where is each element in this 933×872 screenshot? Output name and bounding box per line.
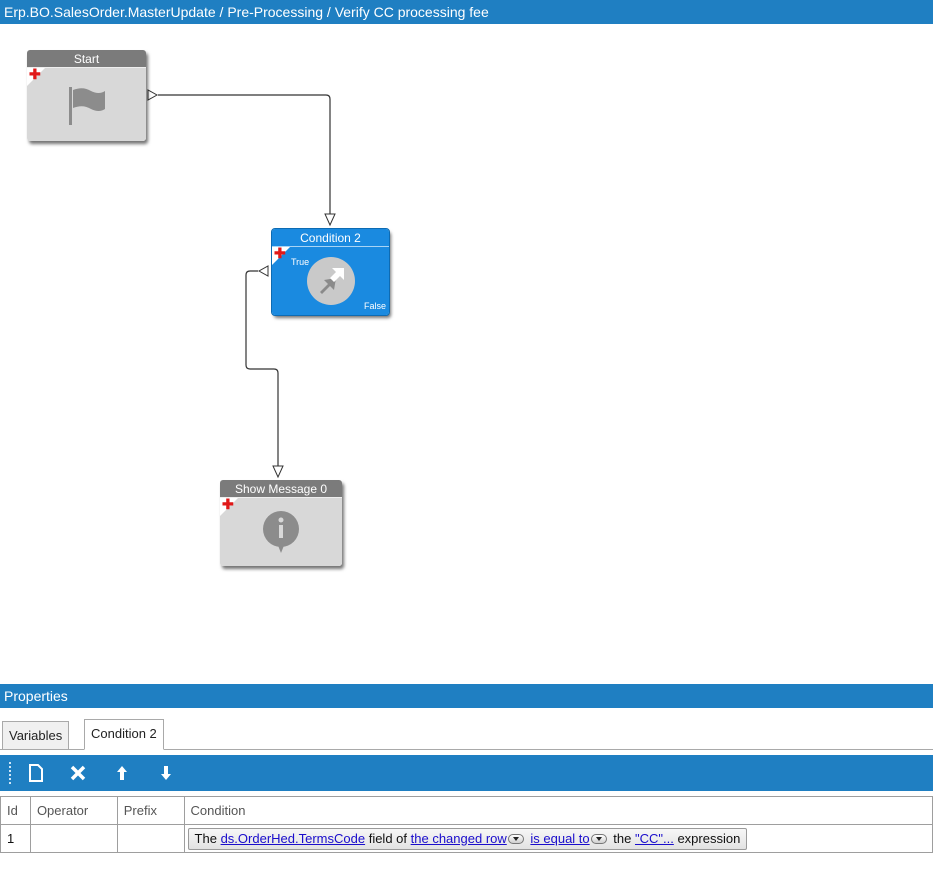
breadcrumb-title: Erp.BO.SalesOrder.MasterUpdate / Pre-Pro… [0, 0, 933, 24]
condition-row-link[interactable]: the changed row [411, 831, 507, 846]
column-header-condition[interactable]: Condition [183, 796, 933, 825]
start-node-title: Start [27, 50, 146, 68]
row-dropdown-icon[interactable] [507, 834, 524, 845]
table-row[interactable]: 1 The ds.OrderHed.TermsCode field of the… [0, 824, 933, 853]
condition-text-the: The [194, 830, 217, 846]
delete-icon[interactable] [68, 763, 88, 783]
condition-operator-link[interactable]: is equal to [530, 831, 589, 846]
condition-text-the2: the [613, 830, 632, 846]
column-header-prefix[interactable]: Prefix [116, 796, 185, 825]
column-header-id[interactable]: Id [0, 796, 31, 825]
condition-node[interactable]: Condition 2 ✚ True False [271, 228, 390, 316]
condition-field-link[interactable]: ds.OrderHed.TermsCode [221, 831, 366, 846]
tab-condition-2[interactable]: Condition 2 [84, 719, 164, 750]
move-up-icon[interactable] [112, 763, 132, 783]
start-node[interactable]: Start ✚ [27, 50, 146, 141]
condition-expression: The ds.OrderHed.TermsCode field of the c… [187, 827, 748, 850]
new-icon[interactable] [26, 763, 46, 783]
condition-text-expression: expression [677, 830, 741, 846]
info-bubble-icon [220, 498, 342, 566]
cell-operator[interactable] [29, 824, 118, 853]
show-message-node-title: Show Message 0 [220, 480, 342, 498]
condition-text-field-of: field of [368, 830, 408, 846]
condition-node-title: Condition 2 [272, 229, 389, 247]
toolbar-grip[interactable] [9, 762, 11, 784]
properties-panel-title: Properties [0, 684, 933, 708]
cell-prefix[interactable] [116, 824, 185, 853]
condition-value-link[interactable]: "CC"... [635, 831, 674, 846]
workflow-canvas[interactable]: Start ✚ Condition 2 ✚ True False Show Me… [0, 24, 933, 678]
operator-dropdown-icon[interactable] [590, 834, 607, 845]
grid-toolbar [0, 755, 933, 791]
column-header-operator[interactable]: Operator [29, 796, 118, 825]
flag-icon [27, 68, 146, 141]
tab-variables[interactable]: Variables [2, 721, 70, 750]
cell-id[interactable]: 1 [0, 824, 31, 853]
grid-header-row: Id Operator Prefix Condition [0, 796, 933, 825]
properties-tabs: Variables Condition 2 [0, 719, 933, 750]
show-message-node[interactable]: Show Message 0 ✚ [220, 480, 342, 566]
conditions-grid: Id Operator Prefix Condition 1 The ds.Or… [0, 796, 933, 853]
move-down-icon[interactable] [156, 763, 176, 783]
condition-arrows-icon [272, 247, 389, 315]
cell-condition[interactable]: The ds.OrderHed.TermsCode field of the c… [183, 824, 933, 853]
